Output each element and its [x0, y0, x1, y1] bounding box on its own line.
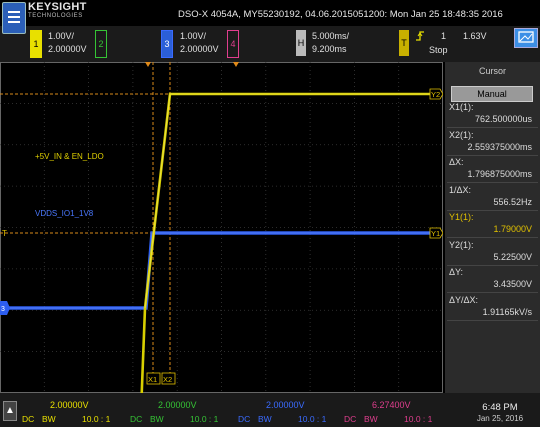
probe-ratio: 10.0 : 1	[298, 414, 327, 424]
channel-offset-value: 6.27400V	[372, 400, 411, 410]
cursor-readout-value: 2.559375000ms	[467, 141, 532, 152]
trigger-source: 1	[441, 31, 447, 41]
rising-edge-icon	[416, 31, 424, 41]
cursor-readout-label: ΔY:	[449, 267, 464, 277]
svg-text:Y1: Y1	[431, 229, 440, 238]
trigger-level: 1.63V	[463, 31, 487, 41]
cursor-readout-label: X2(1):	[449, 129, 474, 140]
probe-ratio: 10.0 : 1	[404, 414, 433, 424]
waveform-display[interactable]: +5V_IN & EN_LDO VDDS_IO1_1V8 Y2 Y1 T 3 X…	[0, 62, 443, 393]
brand-subtitle: TECHNOLOGIES	[28, 13, 83, 19]
bandwidth-label: BW	[150, 414, 164, 424]
cursor-readout-row: ΔY/ΔX: 1.91165kV/s	[447, 295, 538, 321]
channel-4-info[interactable]: 6.27400V DC BW 10.0 : 1	[342, 397, 446, 425]
channel-1-info[interactable]: 2.00000V DC BW 10.0 : 1	[20, 397, 124, 425]
cursor-readout-row: Y1(1): 1.79000V	[447, 212, 538, 238]
horizontal-delay: 9.200ms	[312, 44, 347, 54]
svg-text:X2: X2	[163, 375, 172, 384]
channel-1-button[interactable]: 1	[30, 30, 42, 58]
coupling-label: DC	[130, 414, 143, 424]
channel-offset-value: 2.00000V	[158, 400, 197, 410]
clock-time: 6:48 PM	[482, 402, 518, 413]
cursor-readout-row: ΔY: 3.43500V	[447, 267, 538, 293]
cursor-readout-row: Y2(1): 5.22500V	[447, 240, 538, 266]
menu-icon[interactable]	[2, 2, 26, 34]
cursor-readout-row: X1(1): 762.500000us	[447, 102, 538, 128]
cursor-readout-value: 1.79000V	[493, 224, 532, 234]
acquisition-status: Stop	[429, 45, 448, 55]
channel-1-scale: 1.00V/	[48, 31, 75, 41]
cursor-readout-label: ΔX:	[449, 157, 464, 167]
svg-text:T: T	[2, 229, 7, 238]
channel-2-info[interactable]: 2.00000V DC BW 10.0 : 1	[128, 397, 232, 425]
channel-3-button[interactable]: 3	[161, 30, 173, 58]
channel-2-button[interactable]: 2	[95, 30, 107, 58]
coupling-label: DC	[238, 414, 251, 424]
cursor-readout-row: 1/ΔX: 556.52Hz	[447, 185, 538, 211]
svg-text:3: 3	[1, 306, 5, 313]
channel-offset-value: 2.00000V	[50, 400, 89, 410]
probe-ratio: 10.0 : 1	[190, 414, 219, 424]
svg-text:X1: X1	[148, 375, 157, 384]
cursor-mode-button[interactable]: Manual	[451, 86, 533, 102]
trigger-button[interactable]: T	[399, 30, 409, 56]
bandwidth-label: BW	[364, 414, 378, 424]
channel-3-scale: 1.00V/	[180, 31, 207, 41]
cursor-readout-label: Y1(1):	[449, 212, 474, 222]
horizontal-button[interactable]: H	[296, 30, 306, 56]
x2-marker[interactable]: X2	[161, 372, 176, 385]
coupling-label: DC	[344, 414, 357, 424]
cursor-panel-title: Cursor	[478, 66, 506, 76]
screen-icon[interactable]	[514, 28, 538, 48]
x1-marker[interactable]: X1	[146, 372, 161, 385]
cursor-readout-value: 556.52Hz	[493, 196, 532, 207]
cursor-readout-label: 1/ΔX:	[449, 184, 472, 195]
cursor-readout-value: 762.500000us	[474, 114, 532, 124]
horizontal-scale: 5.000ms/	[312, 31, 350, 41]
cursor-readout-value: 5.22500V	[493, 251, 532, 262]
svg-text:Y2: Y2	[431, 90, 440, 99]
cursor-readout-value: 3.43500V	[493, 279, 532, 289]
cursor-readout-label: Y2(1):	[449, 239, 474, 250]
cursor-readout-value: 1.91165kV/s	[482, 306, 532, 317]
y1-marker[interactable]: Y1	[429, 227, 443, 239]
cursor-readout-label: ΔY/ΔX:	[449, 294, 479, 305]
cursor-readout-value: 1.796875000ms	[467, 169, 532, 179]
brand-name: KEYSIGHT	[28, 1, 87, 13]
channel-offset-value: 2.00000V	[266, 400, 305, 410]
channel-1-offset: 2.00000V	[48, 44, 87, 54]
cursor-readout-row: X2(1): 2.559375000ms	[447, 130, 538, 156]
cursor-readout-row: ΔX: 1.796875000ms	[447, 157, 538, 183]
channel-4-button[interactable]: 4	[227, 30, 239, 58]
y2-marker[interactable]: Y2	[429, 88, 443, 100]
channel-3-offset: 2.00000V	[180, 44, 219, 54]
instrument-title: DSO-X 4054A, MY55230192, 04.06.201505120…	[178, 9, 503, 20]
trigger-level-marker[interactable]: T	[2, 229, 7, 238]
coupling-label: DC	[22, 414, 35, 424]
bandwidth-label: BW	[258, 414, 272, 424]
channel-3-info[interactable]: 2.00000V DC BW 10.0 : 1	[236, 397, 340, 425]
clock-date: Jan 25, 2016	[476, 414, 524, 423]
probe-ratio: 10.0 : 1	[82, 414, 111, 424]
cursor-readout-label: X1(1):	[449, 102, 474, 112]
channel-1-label: +5V_IN & EN_LDO	[35, 152, 104, 161]
up-arrow-icon[interactable]: ▲	[3, 401, 17, 421]
channel-3-label: VDDS_IO1_1V8	[35, 209, 94, 218]
bandwidth-label: BW	[42, 414, 56, 424]
